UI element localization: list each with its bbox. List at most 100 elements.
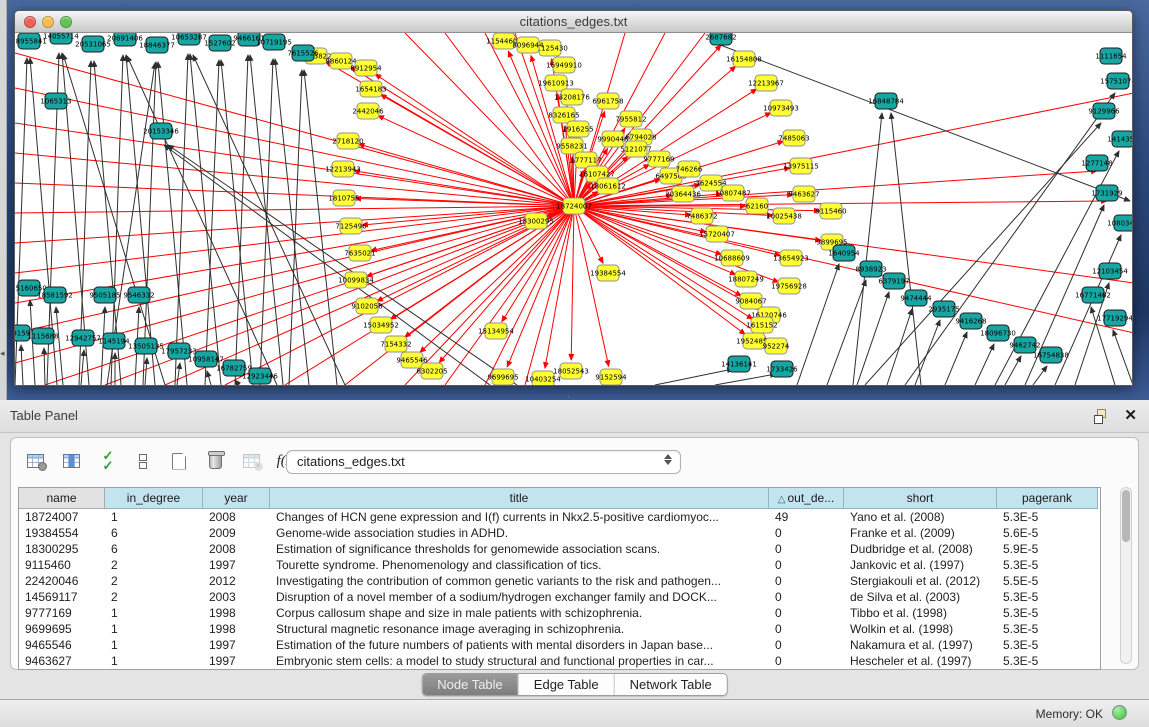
network-edge[interactable] — [975, 344, 994, 385]
network-canvas[interactable]: 1830029519384554748637215720407106886091… — [15, 33, 1132, 385]
network-edge[interactable] — [44, 348, 45, 385]
network-edge[interactable] — [405, 33, 574, 206]
network-edge[interactable] — [15, 88, 574, 206]
network-node[interactable]: 18096730 — [980, 325, 1016, 341]
network-node[interactable]: 18846377 — [139, 37, 175, 53]
table-row[interactable]: 969969511998Structural magnetic resonanc… — [19, 621, 1100, 637]
network-node[interactable]: 12103454 — [1092, 263, 1128, 279]
network-edge[interactable] — [289, 70, 302, 385]
table-row[interactable]: 946362711997Embryonic stem cells: a mode… — [19, 653, 1100, 669]
table-cell[interactable]: 9465546 — [19, 637, 105, 653]
side-collapse-strip[interactable]: ◂ — [0, 0, 7, 400]
scrollbar-thumb[interactable] — [1122, 490, 1130, 542]
network-edge[interactable] — [304, 70, 337, 385]
network-edge[interactable] — [190, 54, 221, 385]
network-edge[interactable] — [1113, 330, 1132, 385]
table-cell[interactable]: 0 — [769, 653, 844, 669]
network-node[interactable]: 10803454 — [1107, 215, 1132, 231]
network-node[interactable]: 2935175 — [928, 301, 959, 317]
network-node[interactable]: 9152594 — [595, 369, 627, 385]
network-edge[interactable] — [545, 206, 574, 368]
network-edge[interactable] — [827, 280, 866, 385]
table-row[interactable]: 2242004622012Investigating the contribut… — [19, 573, 1100, 589]
network-node[interactable]: 1731929 — [1091, 185, 1122, 201]
delete-table-icon[interactable] — [203, 449, 227, 473]
network-edge[interactable] — [15, 53, 574, 206]
network-node[interactable]: 1527602 — [204, 35, 235, 51]
network-edge[interactable] — [143, 62, 156, 385]
network-node[interactable]: 15034952 — [363, 317, 399, 333]
network-node[interactable]: 9474444 — [900, 290, 932, 306]
column-header-year[interactable]: year — [203, 488, 270, 509]
close-panel-icon[interactable]: ✕ — [1124, 406, 1137, 424]
window-titlebar[interactable]: citations_edges.txt — [15, 11, 1132, 33]
network-node[interactable]: 1277148 — [1081, 155, 1112, 171]
network-edge[interactable] — [375, 74, 574, 206]
network-edge[interactable] — [525, 206, 574, 385]
network-node[interactable]: 20891406 — [107, 33, 143, 46]
network-node[interactable]: 1414352 — [1107, 131, 1132, 147]
network-node[interactable]: 7955812 — [615, 111, 646, 127]
network-edge[interactable] — [15, 123, 574, 206]
table-cell[interactable]: 0 — [769, 573, 844, 589]
column-header-title[interactable]: title — [270, 488, 769, 509]
table-cell[interactable]: Corpus callosum shape and size in male p… — [270, 605, 769, 621]
table-cell[interactable]: 5.3E-5 — [997, 557, 1098, 573]
network-edge[interactable] — [439, 206, 574, 363]
network-node[interactable]: 9505185 — [89, 287, 120, 303]
network-edge[interactable] — [15, 206, 574, 333]
network-view-window[interactable]: citations_edges.txt 18300295193845547486… — [14, 10, 1133, 386]
network-node[interactable]: 9129966 — [1088, 103, 1120, 119]
table-cell[interactable]: 1 — [105, 621, 203, 637]
table-row[interactable]: 977716911998Corpus callosum shape and si… — [19, 605, 1100, 621]
network-edge[interactable] — [574, 206, 609, 366]
table-cell[interactable]: Jankovic et al. (1997) — [844, 557, 997, 573]
tab-node-table[interactable]: Node Table — [422, 674, 519, 695]
network-node[interactable]: 17719294 — [1097, 310, 1132, 326]
network-edge[interactable] — [207, 371, 211, 385]
table-cell[interactable]: 0 — [769, 541, 844, 557]
column-header-in_degree[interactable]: in_degree — [105, 488, 203, 509]
network-node[interactable]: 8912954 — [350, 60, 382, 76]
network-node[interactable]: 9546332 — [123, 287, 154, 303]
network-edge[interactable] — [915, 320, 940, 385]
table-cell[interactable]: Embryonic stem cells: a model to study s… — [270, 653, 769, 669]
table-cell[interactable]: 2008 — [203, 509, 270, 525]
network-edge[interactable] — [715, 374, 776, 385]
network-edge[interactable] — [158, 62, 187, 385]
network-node[interactable]: 12942757 — [65, 330, 101, 346]
table-cell[interactable]: 14569117 — [19, 589, 105, 605]
table-cell[interactable]: 5.5E-5 — [997, 573, 1098, 589]
select-rows-icon[interactable]: ✓✓ — [95, 449, 119, 473]
table-cell[interactable]: 5.3E-5 — [997, 621, 1098, 637]
table-settings-icon[interactable] — [23, 449, 47, 473]
table-cell[interactable]: 5.9E-5 — [997, 541, 1098, 557]
network-edge[interactable] — [126, 55, 155, 385]
table-cell[interactable]: Yano et al. (2008) — [844, 509, 997, 525]
network-node[interactable]: 9416268 — [955, 313, 986, 329]
network-edge[interactable] — [655, 369, 733, 385]
network-edge[interactable] — [145, 358, 147, 385]
column-header-name[interactable]: name — [19, 488, 105, 509]
network-node[interactable]: 9463627 — [788, 186, 819, 202]
network-edge[interactable] — [1005, 356, 1021, 385]
table-cell[interactable]: 1997 — [203, 653, 270, 669]
network-node[interactable]: 9102058 — [351, 298, 382, 314]
table-cell[interactable]: 1 — [105, 509, 203, 525]
network-node[interactable]: 1916255 — [562, 121, 593, 137]
network-edge[interactable] — [945, 332, 967, 385]
tab-network-table[interactable]: Network Table — [615, 674, 727, 695]
float-panel-icon[interactable] — [1094, 409, 1109, 424]
row-height-icon[interactable] — [131, 449, 155, 473]
network-node[interactable]: 14136141 — [721, 356, 757, 372]
network-node[interactable]: 19384554 — [590, 265, 626, 281]
table-cell[interactable]: 5.3E-5 — [997, 605, 1098, 621]
network-node[interactable]: 10688609 — [714, 250, 750, 266]
table-cell[interactable]: 2003 — [203, 589, 270, 605]
network-edge[interactable] — [445, 206, 574, 385]
table-cell[interactable]: 19384554 — [19, 525, 105, 541]
table-cell[interactable]: 2 — [105, 573, 203, 589]
table-cell[interactable]: Tourette syndrome. Phenomenology and cla… — [270, 557, 769, 573]
network-edge[interactable] — [571, 206, 574, 360]
network-edge[interactable] — [574, 93, 1132, 206]
